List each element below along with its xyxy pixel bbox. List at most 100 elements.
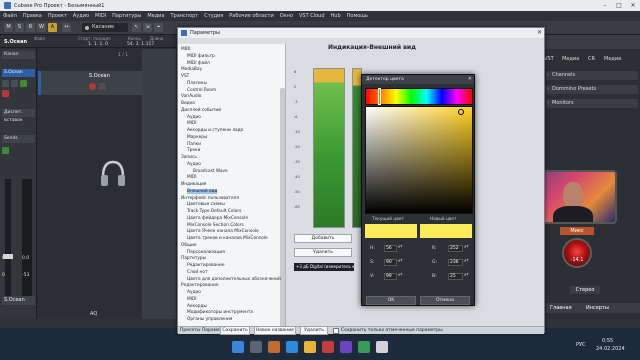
tree-item[interactable]: MIDI	[187, 121, 197, 126]
info-value-end[interactable]: 54. 3. 1.117	[127, 42, 154, 47]
inspector-record-button[interactable]	[2, 90, 9, 97]
tree-item[interactable]: Интерфейс пользователя	[181, 196, 239, 201]
language-indicator[interactable]: РУС	[576, 342, 586, 348]
range-tool-icon[interactable]: ⇲	[143, 23, 152, 32]
tree-item[interactable]: Персонализация	[187, 250, 225, 255]
tree-item[interactable]: Аккорды и ступени лада	[187, 128, 243, 133]
toolbar-button-r[interactable]: R	[26, 23, 35, 32]
clock-date[interactable]: 24.02.2024	[596, 346, 625, 352]
app-icon-purple[interactable]	[340, 341, 352, 353]
menu-studio[interactable]: Студия	[204, 13, 223, 19]
app-icon-green[interactable]	[358, 341, 370, 353]
delete-button[interactable]: Удалить	[294, 248, 352, 257]
hue-slider[interactable]	[365, 88, 473, 105]
automation-mode-select[interactable]: Касание	[82, 23, 128, 32]
inspector-volume-value[interactable]: 0.00	[2, 256, 12, 261]
tree-item[interactable]: Внешний вид	[187, 188, 218, 194]
arrow-tool-icon[interactable]: ↖	[132, 23, 141, 32]
delete-preset-button[interactable]: Удалить	[300, 326, 328, 335]
right-tab-cr[interactable]: CR	[588, 55, 595, 63]
value-input[interactable]: 99	[384, 273, 397, 280]
control-room-volume-knob[interactable]	[562, 238, 592, 268]
menu-media[interactable]: Медиа	[147, 13, 164, 19]
tab-inserts[interactable]: Инсерты	[586, 305, 609, 311]
color-field-cursor[interactable]	[458, 109, 464, 115]
menu-help[interactable]: Помощь	[347, 13, 368, 19]
tree-item[interactable]: MIDI	[187, 175, 197, 180]
tree-scrollbar[interactable]	[280, 88, 285, 326]
section-monitors[interactable]: Monitors	[546, 99, 638, 108]
inspector-inserts[interactable]: Диспет. вставок	[2, 109, 35, 123]
menu-scores[interactable]: Партитуры	[112, 13, 141, 19]
red-stepper-icon[interactable]: ▲▼	[464, 244, 469, 252]
section-dommino-presets[interactable]: Dommino Presets	[546, 85, 638, 94]
inspector-channel-label[interactable]: Канал	[2, 51, 35, 59]
track-title[interactable]: S.Ocean	[89, 73, 110, 79]
tree-item[interactable]: MixConsole Section Colors	[187, 223, 244, 228]
color-picker-close-icon[interactable]: ✕	[468, 75, 472, 84]
folder-icon[interactable]	[304, 341, 316, 353]
tree-item[interactable]: Цвета для дополнительных обозначений	[187, 277, 281, 282]
tree-item[interactable]: Редактирование	[181, 283, 219, 288]
tree-item[interactable]: VariAudio	[181, 94, 201, 99]
menu-transport[interactable]: Транспорт	[170, 13, 198, 19]
stereo-badge[interactable]: Стерео	[570, 286, 600, 294]
snap-icon[interactable]: ⌖	[154, 23, 163, 32]
tree-item[interactable]: MediaBay	[181, 67, 202, 72]
menu-vst-cloud[interactable]: VST Cloud	[299, 13, 325, 19]
red-input[interactable]: 252	[448, 245, 463, 252]
maximize-icon[interactable]: □	[612, 0, 626, 11]
tree-item[interactable]: Редактирование	[187, 263, 225, 268]
minimize-icon[interactable]: –	[598, 0, 612, 11]
tree-item[interactable]: Дисплей событий	[181, 108, 221, 113]
tree-item[interactable]: Треки	[187, 148, 200, 153]
save-preset-button[interactable]: Сохранить	[220, 326, 250, 335]
hue-stepper-icon[interactable]: ▲▼	[398, 244, 403, 252]
tree-item[interactable]: Аудио	[187, 290, 201, 295]
dialog-close-icon[interactable]: ✕	[537, 28, 542, 38]
green-stepper-icon[interactable]: ▲▼	[464, 258, 469, 266]
record-enable-icon[interactable]	[89, 83, 96, 90]
cubase-taskbar-icon[interactable]	[376, 341, 388, 353]
toolbar-button-a[interactable]: A	[48, 23, 57, 32]
tree-item[interactable]: MIDI	[181, 47, 191, 52]
tree-item[interactable]: Общие	[181, 243, 197, 248]
search-icon[interactable]	[250, 341, 262, 353]
link-icon[interactable]: ↔	[62, 23, 71, 32]
menu-file[interactable]: Файл	[3, 13, 17, 19]
project-event-area[interactable]	[142, 49, 176, 319]
menu-audio[interactable]: Аудио	[73, 13, 89, 19]
green-input[interactable]: 236	[448, 259, 463, 266]
add-button[interactable]: Добавить	[294, 234, 352, 243]
edge-icon[interactable]	[286, 341, 298, 353]
inspector-solo-button[interactable]	[11, 80, 18, 87]
tree-item[interactable]: Папки	[187, 142, 201, 147]
start-icon[interactable]	[232, 341, 244, 353]
tree-item[interactable]: Цветовые схемы	[187, 202, 225, 207]
tree-item[interactable]: MIDI фильтр	[187, 54, 215, 59]
inspector-track-name[interactable]: S.Ocean	[2, 69, 35, 77]
menu-edit[interactable]: Правка	[23, 13, 42, 19]
tree-item[interactable]: Слой нот	[187, 270, 207, 275]
menu-hub[interactable]: Hub	[331, 13, 341, 19]
tree-item[interactable]: Партитуры	[181, 256, 206, 261]
tree-item[interactable]: Цвета Ячеек канала MixConsole	[187, 229, 259, 234]
track-row[interactable]: S.Ocean	[38, 71, 142, 95]
menu-window[interactable]: Окно	[280, 13, 293, 19]
hue-slider-handle[interactable]	[378, 88, 381, 105]
toolbar-button-m[interactable]: M	[4, 23, 13, 32]
menu-workspaces[interactable]: Рабочие области	[229, 13, 273, 19]
close-icon[interactable]: ✕	[626, 0, 640, 11]
tree-item[interactable]: Цвета треков и каналов MixConsole	[187, 236, 268, 241]
saturation-input[interactable]: 90	[384, 259, 397, 266]
menu-midi[interactable]: MIDI	[95, 13, 106, 19]
monitor-icon[interactable]	[99, 83, 106, 90]
toolbar-button-s[interactable]: S	[15, 23, 24, 32]
section-channels[interactable]: Channels	[546, 71, 638, 80]
menu-project[interactable]: Проект	[48, 13, 67, 19]
save-checked-only-checkbox[interactable]	[333, 328, 339, 334]
tree-item[interactable]: VST	[181, 74, 189, 79]
inspector-mute-button[interactable]	[2, 80, 9, 87]
tree-item[interactable]: Цвета фейдера MixConsole	[187, 216, 248, 221]
blue-stepper-icon[interactable]: ▲▼	[464, 272, 469, 280]
